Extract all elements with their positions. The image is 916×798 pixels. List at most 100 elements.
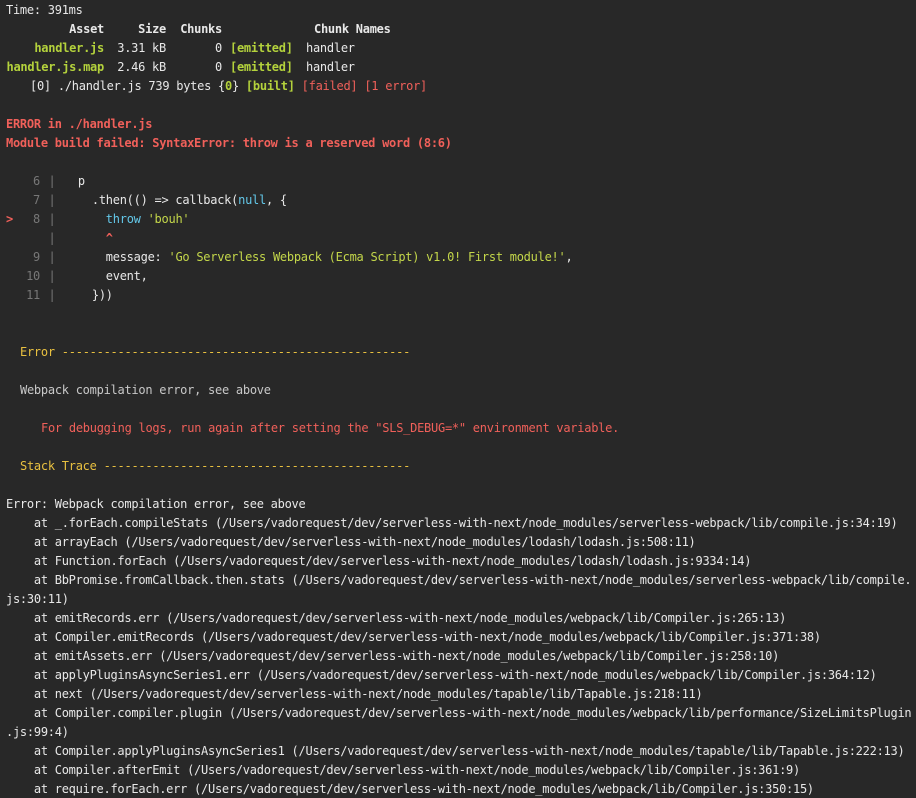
stack-frame-text: at next (/Users/vadorequest/dev/serverle… (6, 687, 703, 701)
serverless-error-message-text: Webpack compilation error, see above (20, 383, 271, 397)
stack-trace-error-text: Error: Webpack compilation error, see ab… (6, 497, 306, 511)
build-time-text: Time: 391ms (6, 3, 83, 17)
code-text: p (64, 174, 85, 188)
code-text: message: 'Go Serverless Webpack (Ecma Sc… (64, 250, 573, 264)
stack-trace-title-line: Stack Trace ----------------------------… (20, 457, 410, 476)
stack-frame: at next (/Users/vadorequest/dev/serverle… (6, 685, 703, 704)
emitted-badge: [emitted] (230, 60, 293, 74)
stack-frame: at Function.forEach (/Users/vadorequest/… (6, 552, 752, 571)
stack-frame-text: at BbPromise.fromCallback.then.stats (/U… (6, 573, 912, 587)
code-text: event, (64, 269, 148, 283)
gutter-bar: | (48, 174, 56, 188)
stack-trace-error-line: Error: Webpack compilation error, see ab… (6, 495, 306, 514)
size-column-header: Size (138, 22, 166, 36)
asset-chunks: 0 (215, 60, 222, 74)
asset-size: 3.31 kB (117, 41, 166, 55)
gutter-bar: | (48, 269, 56, 283)
stack-frame: at BbPromise.fromCallback.then.stats (/U… (6, 571, 912, 590)
asset-row: handler.js 3.31 kB 0 [emitted] handler (6, 39, 355, 58)
debug-hint-text: For debugging logs, run again after sett… (41, 421, 620, 435)
stack-frame: at Compiler.compiler.plugin (/Users/vado… (6, 704, 912, 723)
stack-frame-text: at emitRecords.err (/Users/vadorequest/d… (6, 611, 787, 625)
failed-badge: [failed] (301, 79, 358, 93)
module-path: [0] ./handler.js 739 bytes { (30, 79, 226, 93)
code-line-number: 6 (33, 174, 40, 188)
build-time-line: Time: 391ms (6, 1, 83, 20)
gutter-bar: | (48, 231, 56, 245)
code-line-marker: > (6, 212, 13, 226)
gutter-bar: | (48, 193, 56, 207)
code-line-number: 7 (33, 193, 40, 207)
asset-size: 2.46 kB (117, 60, 166, 74)
chunks-column-header: Chunks (180, 22, 222, 36)
error-caret: ^ (64, 231, 113, 245)
module-brace: } (231, 79, 239, 93)
code-frame-line: 9 | message: 'Go Serverless Webpack (Ecma… (6, 248, 573, 267)
stack-frame-wrap: js:30:11) (6, 590, 69, 609)
assets-table-header: Asset Size Chunks Chunk Names (6, 20, 391, 39)
error-message: Module build failed: SyntaxError: throw … (6, 134, 452, 153)
stack-frame: at arrayEach (/Users/vadorequest/dev/ser… (6, 533, 696, 552)
stack-frame: at _.forEach.compileStats (/Users/vadore… (6, 514, 898, 533)
stack-frame-text: at Compiler.applyPluginsAsyncSeries1 (/U… (6, 744, 905, 758)
stack-frame-wrap: .js:99:4) (6, 723, 69, 742)
stack-frame-text: at Compiler.emitRecords (/Users/vadorequ… (6, 630, 821, 644)
gutter-bar: | (48, 250, 56, 264)
code-frame-caret-line: | ^ (6, 229, 114, 248)
module-line: [0] ./handler.js 739 bytes {0} [built] [… (30, 77, 427, 96)
stack-frame-text: at Compiler.compiler.plugin (/Users/vado… (6, 706, 912, 720)
asset-chunks: 0 (215, 41, 222, 55)
stack-frame-text: js:30:11) (6, 592, 69, 606)
code-text: .then(() => callback(null, { (64, 193, 287, 207)
asset-chunk-name: handler (306, 41, 355, 55)
built-badge: [built] (245, 79, 295, 93)
stack-frame: at Compiler.emitRecords (/Users/vadorequ… (6, 628, 821, 647)
code-line-number: 10 (26, 269, 40, 283)
serverless-error-title-line: Error ----------------------------------… (20, 343, 410, 362)
code-line-number: 8 (33, 212, 40, 226)
asset-row: handler.js.map 2.46 kB 0 [emitted] handler (6, 58, 355, 77)
stack-frame-text: at arrayEach (/Users/vadorequest/dev/ser… (6, 535, 696, 549)
code-text: throw 'bouh' (105, 212, 190, 226)
stack-frame-text: at Compiler.afterEmit (/Users/vadoreques… (6, 763, 800, 777)
stack-frame-text: at emitAssets.err (/Users/vadorequest/de… (6, 649, 780, 663)
stack-frame: at emitRecords.err (/Users/vadorequest/d… (6, 609, 786, 628)
asset-name: handler.js (34, 41, 104, 55)
serverless-error-rule: ----------------------------------------… (61, 345, 411, 359)
emitted-badge: [emitted] (230, 41, 293, 55)
code-line-number: 11 (26, 288, 40, 302)
stack-frame: at Compiler.afterEmit (/Users/vadoreques… (6, 761, 800, 780)
stack-frame: at emitAssets.err (/Users/vadorequest/de… (6, 647, 779, 666)
stack-trace-title: Stack Trace (20, 459, 97, 473)
serverless-error-message: Webpack compilation error, see above (20, 381, 271, 400)
asset-name: handler.js.map (6, 60, 104, 74)
code-line-number: 9 (33, 250, 40, 264)
stack-frame: at Compiler.applyPluginsAsyncSeries1 (/U… (6, 742, 905, 761)
serverless-error-title: Error (20, 345, 55, 359)
gutter-bar: | (48, 212, 56, 226)
code-frame-line: 10 | event, (6, 267, 148, 286)
debug-hint: For debugging logs, run again after sett… (41, 419, 619, 438)
asset-chunk-name: handler (306, 60, 355, 74)
code-text: })) (64, 288, 113, 302)
code-frame-line: 7 | .then(() => callback(null, { (6, 191, 287, 210)
stack-frame-text: at _.forEach.compileStats (/Users/vadore… (6, 516, 898, 530)
module-chunk-id: 0 (225, 79, 232, 93)
chunk-names-column-header: Chunk Names (314, 22, 391, 36)
gutter-bar: | (48, 288, 56, 302)
code-frame-line: 6 | p (6, 172, 85, 191)
code-frame-line: 11 | })) (6, 286, 113, 305)
terminal-window[interactable]: Time: 391ms Asset Size Chunks Chunk Names h… (0, 0, 916, 798)
stack-frame: at require.forEach.err (/Users/vadoreque… (6, 780, 814, 798)
stack-frame: at applyPluginsAsyncSeries1.err (/Users/… (6, 666, 877, 685)
asset-column-header: Asset (69, 22, 104, 36)
stack-frame-text: at applyPluginsAsyncSeries1.err (/Users/… (6, 668, 877, 682)
stack-frame-text: at Function.forEach (/Users/vadorequest/… (6, 554, 752, 568)
error-header-text: ERROR in ./handler.js (6, 117, 153, 131)
stack-frame-text: at require.forEach.err (/Users/vadoreque… (6, 782, 814, 796)
stack-frame-text: .js:99:4) (6, 725, 69, 739)
code-frame-line-highlighted: >8 | throw 'bouh' (6, 210, 190, 229)
error-message-text: Module build failed: SyntaxError: throw … (6, 136, 452, 150)
error-header: ERROR in ./handler.js (6, 115, 153, 134)
error-count-badge: [1 error] (364, 79, 428, 93)
